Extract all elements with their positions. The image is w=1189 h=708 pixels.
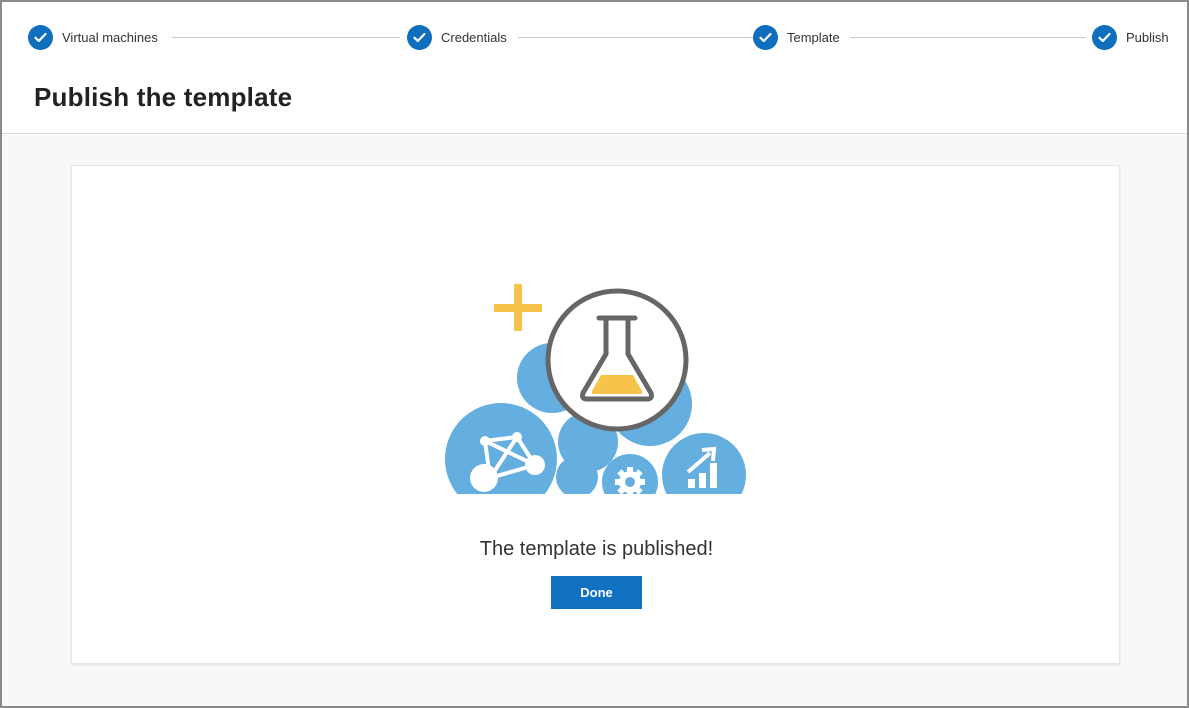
done-button[interactable]: Done <box>551 576 642 609</box>
result-card: The template is published! Done <box>71 165 1120 664</box>
step-template[interactable]: Template <box>753 22 846 52</box>
window-frame: Virtual machines Credentials Template Pu… <box>0 0 1189 708</box>
checkmark-icon <box>1092 24 1117 50</box>
plus-icon <box>494 284 542 331</box>
step-label: Publish <box>1126 29 1169 45</box>
step-connector <box>518 37 754 38</box>
step-publish[interactable]: Publish <box>1086 22 1175 52</box>
step-connector <box>172 37 400 38</box>
header: Virtual machines Credentials Template Pu… <box>2 2 1187 134</box>
main-content: The template is published! Done <box>2 135 1187 706</box>
checkmark-icon <box>28 24 53 50</box>
checkmark-icon <box>753 24 778 50</box>
network-icon <box>445 403 557 494</box>
wizard-stepper: Virtual machines Credentials Template Pu… <box>26 22 1175 52</box>
checkmark-icon <box>407 24 432 50</box>
step-virtual-machines[interactable]: Virtual machines <box>28 22 164 52</box>
step-connector <box>850 37 1086 38</box>
step-credentials[interactable]: Credentials <box>407 22 513 52</box>
step-label: Credentials <box>441 29 507 45</box>
step-label: Virtual machines <box>62 29 158 45</box>
flask-icon <box>545 288 689 432</box>
page-title: Publish the template <box>34 82 293 112</box>
chart-up-icon <box>662 433 746 494</box>
step-label: Template <box>787 29 840 45</box>
success-illustration <box>445 284 746 494</box>
success-message: The template is published! <box>479 538 714 560</box>
